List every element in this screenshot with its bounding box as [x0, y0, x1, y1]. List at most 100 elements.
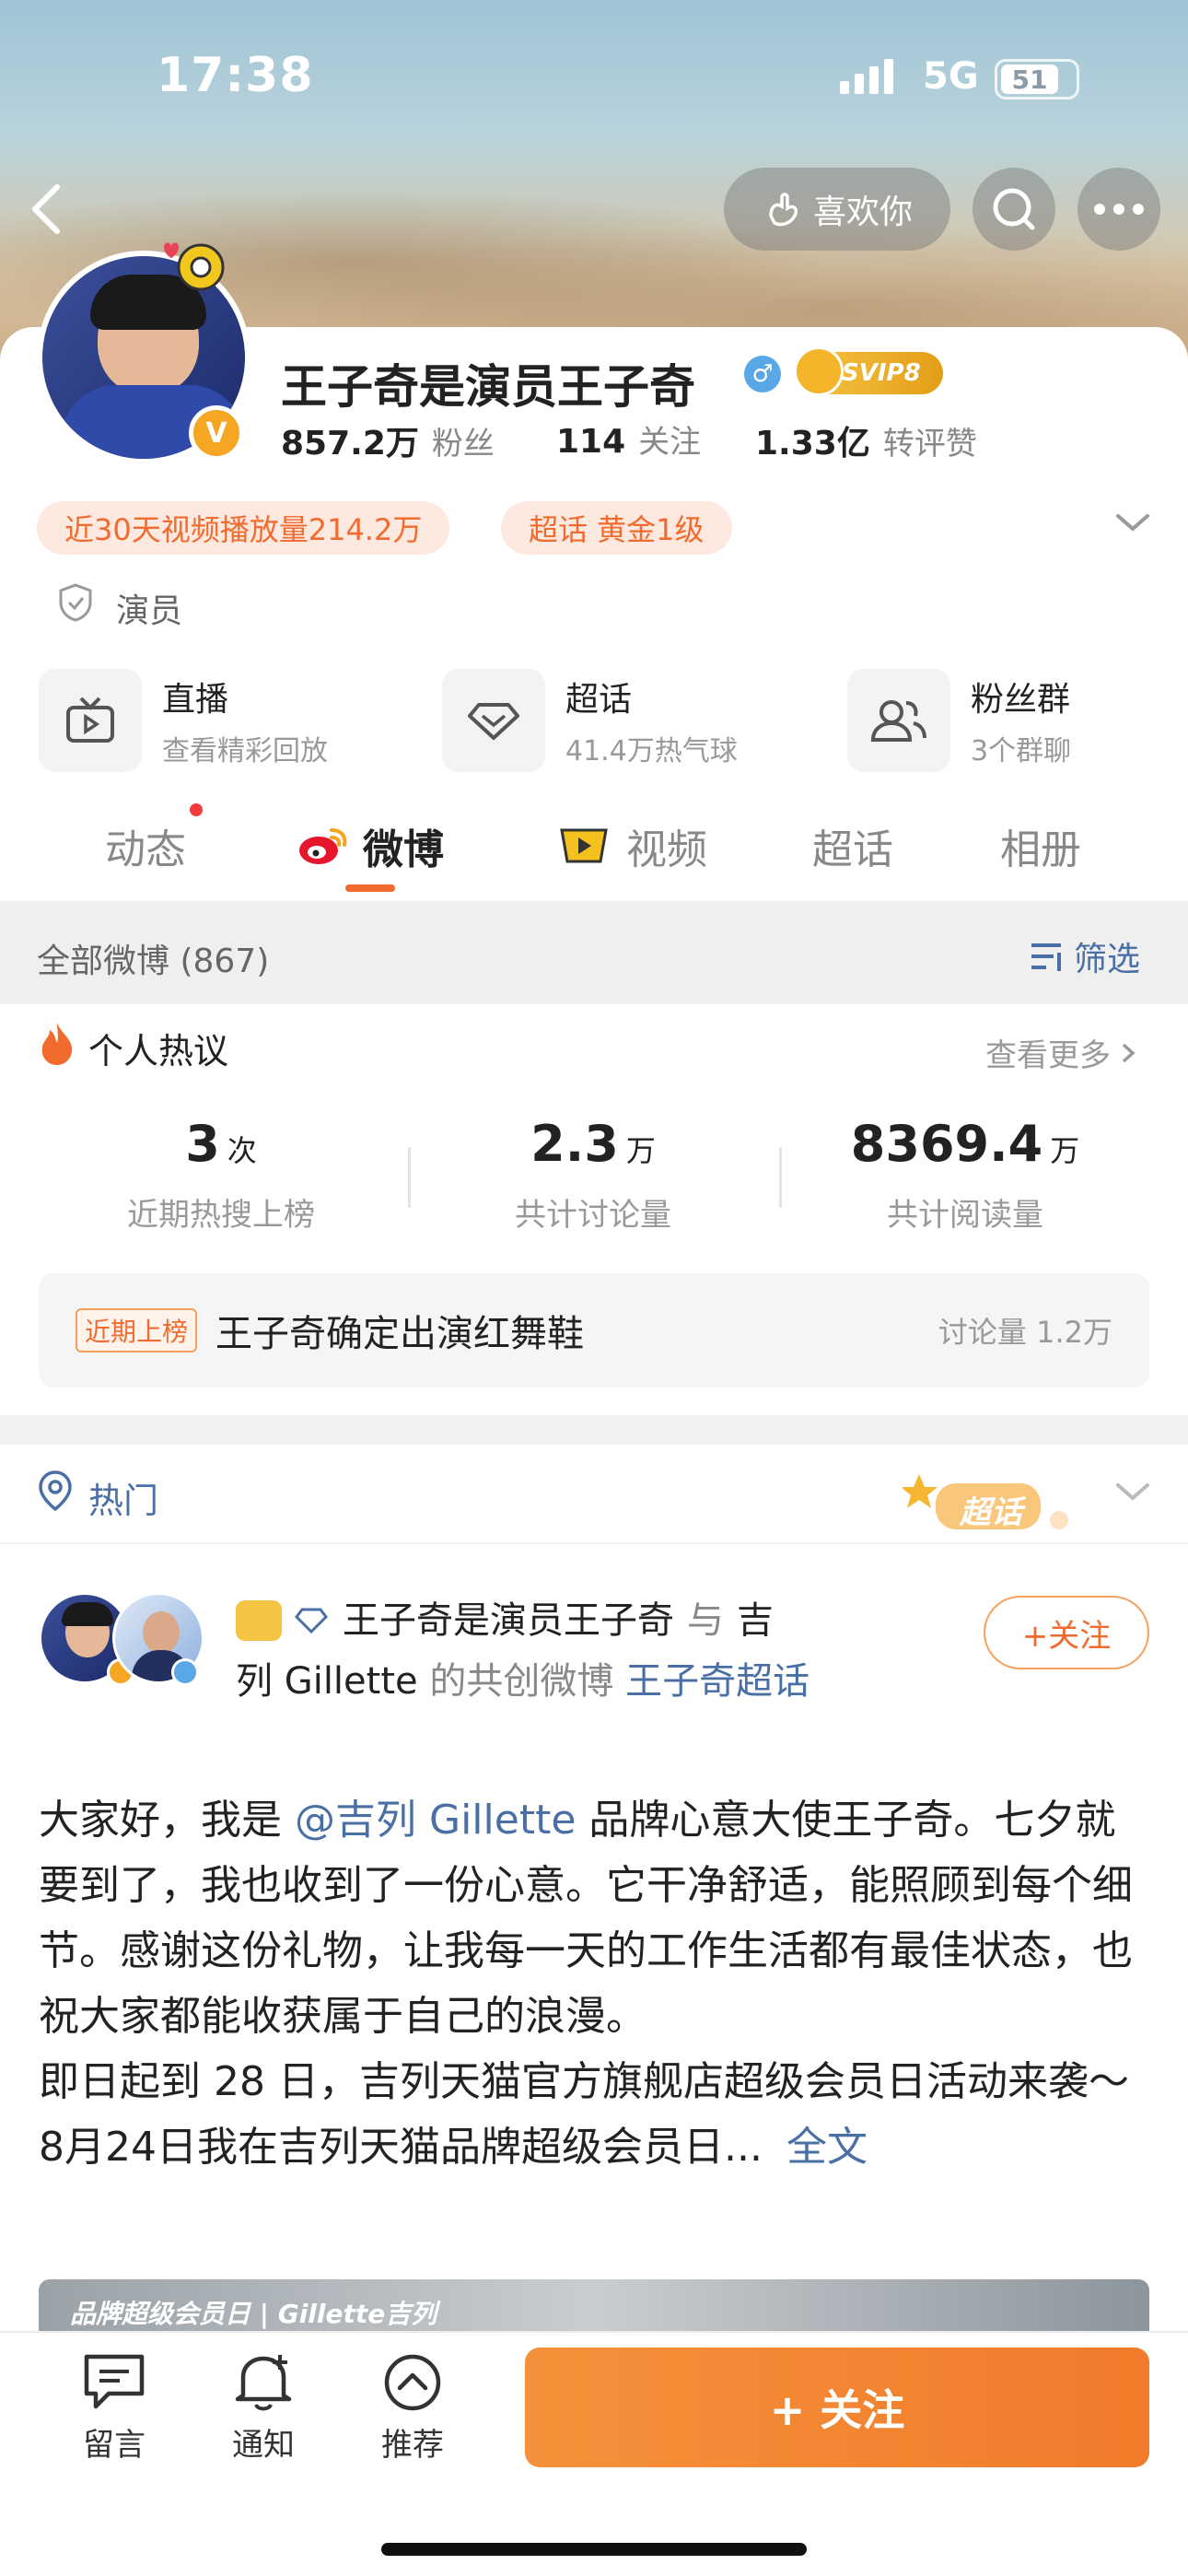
- stat-reads: 8369.4 万 共计阅读量: [781, 1115, 1149, 1235]
- follow-button[interactable]: + 关注: [525, 2348, 1149, 2467]
- signal-icon: [840, 59, 893, 94]
- recommend-label: 推荐: [381, 2427, 444, 2464]
- stat-discussion-unit: 万: [625, 1133, 656, 1168]
- section-separator: [0, 1415, 1188, 1445]
- shortcut-chaohua[interactable]: 超话 41.4万热气球: [442, 669, 738, 772]
- post-author-tail[interactable]: 吉: [737, 1590, 774, 1651]
- like-you-button[interactable]: 喜欢你: [724, 168, 950, 251]
- follow-count: 114: [556, 423, 626, 461]
- likes-stat[interactable]: 1.33亿 转评赞: [755, 416, 977, 464]
- expand-chevron-icon[interactable]: [1114, 509, 1151, 540]
- hot-discussion-title: 个人热议: [88, 1031, 229, 1071]
- stat-reads-value: 8369.4: [850, 1115, 1043, 1173]
- divider: [0, 1542, 1188, 1544]
- filter-button[interactable]: 筛选: [1028, 932, 1140, 980]
- filter-icon: [1031, 943, 1061, 971]
- recent-topic-row[interactable]: 近期上榜 王子奇确定出演红舞鞋 讨论量 1.2万: [39, 1273, 1149, 1388]
- battery-level: 51: [1001, 64, 1058, 95]
- divider: [0, 2331, 1188, 2333]
- fans-count: 857.2万: [281, 425, 419, 463]
- recent-topic: 王子奇确定出演红舞鞋: [215, 1313, 585, 1355]
- comment-button[interactable]: 留言: [70, 2349, 158, 2465]
- fans-label: 粉丝: [431, 426, 495, 463]
- status-time: 17:38: [157, 48, 314, 103]
- post-authors: 王子奇是演员王子奇 与 吉 列 Gillette 的共创微博 王子奇超话: [236, 1590, 954, 1712]
- tab-weibo-label: 微博: [363, 826, 444, 873]
- crown-icon: [236, 1600, 282, 1641]
- fans-stat[interactable]: 857.2万 粉丝: [281, 416, 495, 464]
- post-body-intro: 大家好，我是: [39, 1797, 282, 1844]
- shortcut-chaohua-sub: 41.4万热气球: [565, 735, 738, 767]
- more-button[interactable]: [1077, 168, 1160, 251]
- svip-badge[interactable]: SVIP8: [794, 346, 943, 396]
- shield-icon: [57, 582, 94, 626]
- profile-page: 17:38 5G 51 喜欢你 V 王子奇是演员王子奇 ♂ SVIP8 857.…: [0, 0, 1188, 2576]
- network-label: 5G: [923, 55, 979, 98]
- pendant-icon: [157, 234, 230, 299]
- stat-reads-unit: 万: [1050, 1133, 1080, 1168]
- follow-stat[interactable]: 114 关注: [556, 416, 701, 462]
- post-body: 大家好，我是 @吉列 Gillette 品牌心意大使王子奇。七夕就要到了，我也收…: [39, 1787, 1153, 2180]
- chaohua-sticker: 超话: [901, 1467, 1074, 1540]
- hot-section-label[interactable]: 热门: [88, 1472, 158, 1523]
- back-button[interactable]: [28, 177, 83, 241]
- chaohua-sticker-label: 超话: [960, 1494, 1022, 1531]
- see-more-label: 查看更多: [985, 1037, 1111, 1074]
- tab-dynamic-dot: [190, 803, 203, 816]
- shortcut-fan-group-title: 粉丝群: [971, 681, 1071, 719]
- notify-button[interactable]: 通知: [219, 2349, 308, 2465]
- comment-label: 留言: [83, 2427, 146, 2464]
- profile-name: 王子奇是演员王子奇: [281, 360, 695, 414]
- shortcut-fan-group[interactable]: 粉丝群 3个群聊: [847, 669, 1071, 772]
- profile-card: [0, 327, 1188, 2576]
- male-gender-icon: ♂: [744, 356, 781, 392]
- video-views-tag[interactable]: 近30天视频播放量214.2万: [37, 501, 450, 555]
- diamond-icon: [295, 1608, 328, 1634]
- search-button[interactable]: [973, 168, 1055, 251]
- chaohua-level-tag[interactable]: 超话 黄金1级: [501, 501, 732, 555]
- post-body-promo: 即日起到 28 日，吉列天猫官方旗舰店超级会员日活动来袭～ 8月24日我在吉列天…: [39, 2058, 1129, 2171]
- post-author-name[interactable]: 王子奇是演员王子奇: [343, 1590, 674, 1651]
- post-image-caption: 品牌超级会员日 | Gillette吉列: [70, 2299, 437, 2329]
- post-mention-link[interactable]: @吉列 Gillette: [295, 1797, 576, 1844]
- video-play-icon: [560, 828, 608, 863]
- tv-icon: [39, 669, 142, 772]
- verification-text: 演员: [116, 592, 183, 630]
- recent-count: 讨论量 1.2万: [938, 1315, 1112, 1350]
- tab-weibo[interactable]: 微博: [297, 816, 444, 875]
- svip-label: SVIP8: [842, 359, 921, 387]
- stat-discussion-value: 2.3: [530, 1115, 619, 1173]
- battery-icon: 51: [995, 59, 1079, 100]
- search-icon: [993, 188, 1035, 230]
- tab-video[interactable]: 视频: [556, 816, 707, 875]
- post-author-and: 与: [687, 1599, 724, 1642]
- tab-chaohua[interactable]: 超话: [812, 816, 893, 875]
- collapse-chevron-icon[interactable]: [1114, 1478, 1151, 1509]
- likes-count: 1.33亿: [755, 425, 870, 463]
- tab-video-label: 视频: [626, 826, 707, 873]
- comment-icon: [84, 2354, 145, 2409]
- shortcut-live-title: 直播: [162, 681, 229, 719]
- like-you-label: 喜欢你: [812, 193, 913, 231]
- full-text-link[interactable]: 全文: [786, 2124, 868, 2171]
- chevron-left-icon: [32, 184, 60, 234]
- home-indicator[interactable]: [381, 2543, 807, 2556]
- shortcut-live[interactable]: 直播 查看精彩回放: [39, 669, 328, 772]
- tab-dynamic[interactable]: 动态: [105, 816, 186, 875]
- group-icon: [847, 669, 950, 772]
- diamond-icon: [442, 669, 545, 772]
- post-cocreate-text: 的共创微博: [429, 1660, 614, 1703]
- post-chaohua-link[interactable]: 王子奇超话: [625, 1660, 809, 1703]
- more-dots-icon: [1094, 204, 1144, 215]
- see-more-link[interactable]: 查看更多: [985, 1030, 1138, 1075]
- tab-album[interactable]: 相册: [1000, 816, 1081, 875]
- all-weibo-count[interactable]: 全部微博 (867): [37, 934, 269, 982]
- post-coauthor[interactable]: 列 Gillette: [236, 1660, 418, 1703]
- stat-hot-search-value: 3: [185, 1115, 220, 1173]
- shortcut-live-sub: 查看精彩回放: [162, 735, 328, 767]
- stat-hot-search: 3次 近期热搜上榜: [37, 1115, 405, 1235]
- recommend-button[interactable]: 推荐: [368, 2349, 457, 2465]
- stat-hot-search-caption: 近期热搜上榜: [127, 1197, 315, 1234]
- hand-heart-icon: [769, 193, 798, 227]
- post-follow-button[interactable]: +关注: [984, 1596, 1149, 1669]
